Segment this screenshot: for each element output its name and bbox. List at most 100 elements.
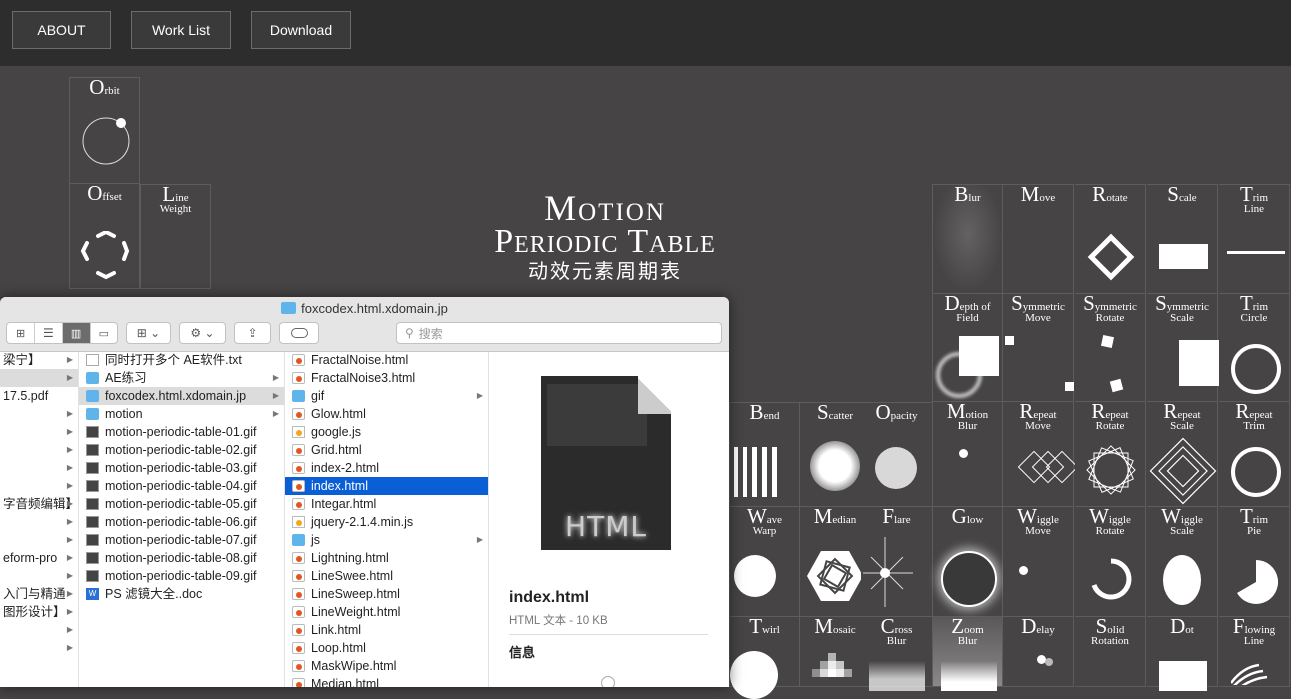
action-button[interactable]: ⚙ ⌄ bbox=[179, 322, 226, 344]
col2-row[interactable]: W PS 滤镜大全..doc bbox=[79, 585, 284, 603]
cell-twirl[interactable]: Twirl bbox=[729, 616, 800, 699]
col1-row[interactable]: 17.5.pdf bbox=[0, 387, 78, 405]
col2-row[interactable]: AE练习 ▶ bbox=[79, 369, 284, 387]
cell-symmetric-rotate[interactable]: Symmetric Rotate bbox=[1075, 293, 1146, 402]
col3-row[interactable]: gif ▶ bbox=[285, 387, 488, 405]
cell-wiggle-rotate[interactable]: Wiggle Rotate bbox=[1075, 506, 1146, 617]
col1-row[interactable]: ▶ bbox=[0, 423, 78, 441]
col1-row[interactable]: ▶ bbox=[0, 477, 78, 495]
cell-trim-pie[interactable]: Trim Pie bbox=[1219, 506, 1290, 617]
col3-row[interactable]: Median.html bbox=[285, 675, 488, 687]
cell-solid-rotation[interactable]: Solid Rotation bbox=[1075, 616, 1146, 687]
col1-row[interactable]: ▶ bbox=[0, 459, 78, 477]
cell-wave-warp[interactable]: Wave Warp bbox=[729, 506, 800, 617]
col3-row[interactable]: jquery-2.1.4.min.js bbox=[285, 513, 488, 531]
cell-repeat-scale[interactable]: Repeat Scale bbox=[1147, 401, 1218, 507]
cell-orbit[interactable]: Orbit bbox=[69, 77, 140, 184]
cell-opacity[interactable]: Opacity bbox=[861, 402, 933, 507]
col1-row[interactable]: ▶ bbox=[0, 513, 78, 531]
col1-row[interactable]: ▶ bbox=[0, 369, 78, 387]
col3-row[interactable]: Grid.html bbox=[285, 441, 488, 459]
gallery-view-button[interactable]: ▭ bbox=[91, 323, 117, 343]
share-button[interactable]: ⇪ bbox=[234, 322, 271, 344]
cell-dot[interactable]: Dot bbox=[1147, 616, 1218, 691]
cell-repeat-rotate[interactable]: Repeat Rotate bbox=[1075, 401, 1146, 507]
col3-row[interactable]: LineWeight.html bbox=[285, 603, 488, 621]
search-field[interactable]: ⚲ 搜索 bbox=[396, 322, 722, 344]
col1-row[interactable]: 图形设计】 ▶ bbox=[0, 603, 78, 621]
tag-button[interactable] bbox=[279, 322, 319, 344]
cell-rotate[interactable]: Rotate bbox=[1075, 184, 1146, 294]
cell-flare[interactable]: Flare bbox=[861, 506, 933, 617]
about-button[interactable]: ABOUT bbox=[12, 11, 111, 49]
col2-row[interactable]: foxcodex.html.xdomain.jp ▶ bbox=[79, 387, 284, 405]
col1-row[interactable]: ▶ bbox=[0, 441, 78, 459]
col3-row[interactable]: FractalNoise3.html bbox=[285, 369, 488, 387]
cell-trim-circle[interactable]: Trim Circle bbox=[1219, 293, 1290, 402]
html-file-icon bbox=[292, 642, 305, 654]
col2-row[interactable]: motion-periodic-table-03.gif bbox=[79, 459, 284, 477]
cell-zoom-blur[interactable]: Zoom Blur bbox=[932, 616, 1003, 691]
col1-row[interactable]: 字音频编辑】 ▶ bbox=[0, 495, 78, 513]
col1-row[interactable]: ▶ bbox=[0, 405, 78, 423]
col3-row[interactable]: Glow.html bbox=[285, 405, 488, 423]
col3-row[interactable]: Link.html bbox=[285, 621, 488, 639]
gif-file-icon bbox=[86, 516, 99, 528]
col3-row[interactable]: LineSwee.html bbox=[285, 567, 488, 585]
cell-wiggle-move[interactable]: Wiggle Move bbox=[1003, 506, 1074, 617]
download-button[interactable]: Download bbox=[251, 11, 351, 49]
cell-bend[interactable]: Bend bbox=[729, 402, 800, 507]
col1-row[interactable]: 梁宁】 ▶ bbox=[0, 351, 78, 369]
col3-row[interactable]: LineSweep.html bbox=[285, 585, 488, 603]
cell-cross-blur[interactable]: Cross Blur bbox=[861, 616, 933, 691]
col3-row[interactable]: FractalNoise.html bbox=[285, 351, 488, 369]
col3-row[interactable]: Loop.html bbox=[285, 639, 488, 657]
cell-symmetric-scale[interactable]: Symmetric Scale bbox=[1147, 293, 1219, 402]
cell-glow[interactable]: Glow bbox=[932, 506, 1003, 617]
col2-row[interactable]: motion-periodic-table-05.gif bbox=[79, 495, 284, 513]
col1-row[interactable]: ▶ bbox=[0, 531, 78, 549]
col2-row[interactable]: motion-periodic-table-04.gif bbox=[79, 477, 284, 495]
col1-row[interactable]: ▶ bbox=[0, 567, 78, 585]
cell-symmetric-move[interactable]: Symmetric Move bbox=[1003, 293, 1074, 402]
cell-move[interactable]: Move bbox=[1003, 184, 1074, 294]
col2-row[interactable]: motion-periodic-table-07.gif bbox=[79, 531, 284, 549]
col2-row[interactable]: motion-periodic-table-08.gif bbox=[79, 549, 284, 567]
col2-row[interactable]: motion-periodic-table-09.gif bbox=[79, 567, 284, 585]
cell-flowing-line[interactable]: Flowing Line bbox=[1219, 616, 1290, 687]
col3-row[interactable]: Integar.html bbox=[285, 495, 488, 513]
cell-blur[interactable]: Blur bbox=[932, 184, 1003, 294]
cell-scale[interactable]: Scale bbox=[1147, 184, 1218, 294]
col3-row[interactable]: index.html bbox=[285, 477, 488, 495]
col3-row[interactable]: js ▶ bbox=[285, 531, 488, 549]
list-view-button[interactable]: ☰ bbox=[35, 323, 63, 343]
col3-row[interactable]: google.js bbox=[285, 423, 488, 441]
col1-row[interactable]: eform-pro ▶ bbox=[0, 549, 78, 567]
col3-row[interactable]: MaskWipe.html bbox=[285, 657, 488, 675]
cell-line-weight[interactable]: Line Weight bbox=[140, 184, 211, 289]
group-button[interactable]: ⊞ ⌄ bbox=[126, 322, 171, 344]
col2-row[interactable]: motion-periodic-table-01.gif bbox=[79, 423, 284, 441]
col1-row[interactable]: ▶ bbox=[0, 621, 78, 639]
cell-repeat-move[interactable]: Repeat Move bbox=[1003, 401, 1075, 507]
cell-repeat-trim[interactable]: Repeat Trim bbox=[1219, 401, 1290, 507]
more-icon[interactable] bbox=[601, 676, 615, 687]
col3-row[interactable]: index-2.html bbox=[285, 459, 488, 477]
col2-label: motion-periodic-table-08.gif bbox=[105, 551, 257, 565]
col3-row[interactable]: Lightning.html bbox=[285, 549, 488, 567]
cell-trim-line[interactable]: Trim Line bbox=[1219, 184, 1290, 294]
cell-motion-blur[interactable]: Motion Blur bbox=[932, 401, 1003, 507]
col1-row[interactable]: 入门与精通 ▶ bbox=[0, 585, 78, 603]
col1-row[interactable]: ▶ bbox=[0, 639, 78, 657]
col2-row[interactable]: motion-periodic-table-06.gif bbox=[79, 513, 284, 531]
column-view-button[interactable]: ▥ bbox=[62, 323, 91, 343]
cell-offset[interactable]: Offset bbox=[69, 183, 140, 289]
col2-row[interactable]: motion ▶ bbox=[79, 405, 284, 423]
work-list-button[interactable]: Work List bbox=[131, 11, 231, 49]
col2-row[interactable]: motion-periodic-table-02.gif bbox=[79, 441, 284, 459]
cell-delay[interactable]: Delay bbox=[1003, 616, 1074, 687]
col2-row[interactable]: 同时打开多个 AE软件.txt bbox=[79, 351, 284, 369]
icon-view-button[interactable]: ⊞ bbox=[7, 323, 36, 343]
cell-depth-of-field[interactable]: Depth of Field bbox=[932, 293, 1003, 402]
cell-wiggle-scale[interactable]: Wiggle Scale bbox=[1147, 506, 1218, 617]
